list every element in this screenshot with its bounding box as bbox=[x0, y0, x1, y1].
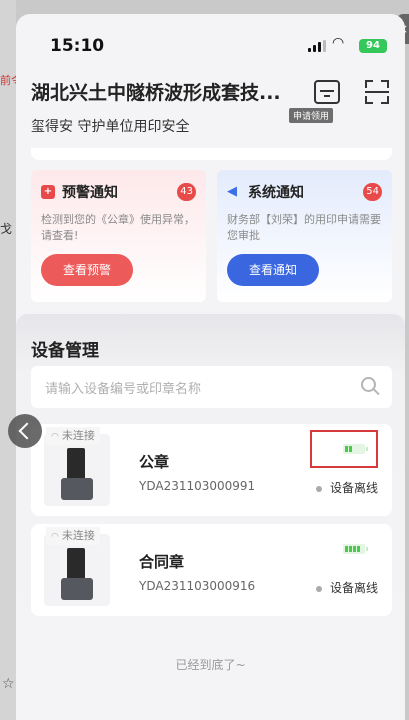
search-icon[interactable] bbox=[361, 377, 376, 392]
scan-icon[interactable] bbox=[365, 80, 389, 104]
view-notice-button[interactable]: 查看通知 bbox=[227, 254, 319, 286]
system-notice-card: ◀ 系统通知 54 财务部【刘荣】的用印申请需要您审批 查看通知 bbox=[217, 170, 392, 302]
status-time: 15:10 bbox=[50, 36, 105, 56]
notice-description: 财务部【刘荣】的用印申请需要您审批 bbox=[227, 213, 381, 242]
device-battery-icon bbox=[343, 544, 368, 554]
battery-indicator: 94 bbox=[359, 39, 387, 53]
warning-notice-card: + 预警通知 43 检测到您的《公章》使用异常，请查看! 查看预警 bbox=[31, 170, 206, 302]
notice-count-badge: 54 bbox=[363, 183, 382, 201]
banner-edge bbox=[31, 148, 392, 160]
list-end-text: 已经到底了~ bbox=[175, 658, 246, 672]
section-title: 设备管理 bbox=[31, 341, 99, 361]
status-dot bbox=[315, 485, 322, 492]
device-serial: YDA231103000991 bbox=[139, 479, 256, 493]
notice-title: 系统通知 bbox=[248, 185, 304, 201]
page-subtitle: 玺得安 守护单位用印安全 bbox=[31, 119, 190, 135]
notice-description: 检测到您的《公章》使用异常，请查看! bbox=[41, 213, 195, 242]
device-search-input[interactable]: 请输入设备编号或印章名称 bbox=[31, 366, 392, 408]
device-name: 公章 bbox=[139, 453, 170, 471]
status-bar: 15:10 ◠ 94 bbox=[16, 14, 405, 62]
background-text: 前令 bbox=[0, 74, 16, 87]
apply-icon[interactable] bbox=[314, 80, 340, 104]
background-text: 戈 bbox=[0, 222, 13, 236]
device-status: 设备离线 bbox=[315, 579, 378, 596]
speaker-icon: ◀ bbox=[227, 184, 237, 199]
view-warning-button[interactable]: 查看预警 bbox=[41, 254, 133, 286]
wifi-icon: ◠ bbox=[51, 532, 59, 542]
wifi-icon: ◠ bbox=[51, 432, 59, 442]
device-card[interactable]: ◠ 未连接 合同章 YDA231103000916 设备离线 bbox=[31, 524, 392, 616]
device-name: 合同章 bbox=[139, 553, 185, 571]
status-dot bbox=[315, 585, 322, 592]
back-button[interactable] bbox=[8, 414, 42, 448]
wifi-icon: ◠ bbox=[332, 35, 345, 51]
page-title: 湖北兴土中隧桥波形成套技... bbox=[31, 82, 281, 104]
notice-title: 预警通知 bbox=[62, 185, 118, 201]
connection-status: ◠ 未连接 bbox=[46, 427, 100, 445]
background-page bbox=[0, 0, 16, 720]
star-icon[interactable]: ☆ bbox=[2, 676, 15, 692]
search-placeholder: 请输入设备编号或印章名称 bbox=[45, 382, 202, 397]
warning-icon: + bbox=[41, 185, 55, 199]
app-screen: 15:10 ◠ 94 湖北兴土中隧桥波形成套技... 玺得安 守护单位用印安全 … bbox=[16, 14, 405, 720]
device-serial: YDA231103000916 bbox=[139, 579, 256, 593]
notice-count-badge: 43 bbox=[177, 183, 196, 201]
connection-status: ◠ 未连接 bbox=[46, 527, 100, 545]
device-status: 设备离线 bbox=[315, 479, 378, 496]
highlight-box bbox=[310, 430, 378, 468]
signal-icon bbox=[308, 40, 326, 52]
device-card[interactable]: ◠ 未连接 公章 YDA231103000991 设备离线 bbox=[31, 424, 392, 516]
apply-label[interactable]: 申请领用 bbox=[289, 108, 334, 123]
